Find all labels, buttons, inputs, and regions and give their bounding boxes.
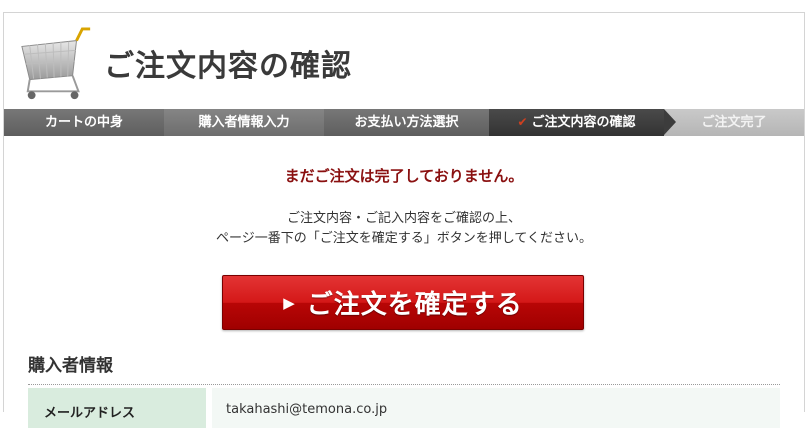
incomplete-notice: まだご注文は完了しておりません。 xyxy=(284,167,524,185)
step-cart: カートの中身 xyxy=(4,109,164,136)
email-label: メールアドレス xyxy=(28,388,206,428)
shopping-cart-icon xyxy=(21,27,91,100)
check-icon: ✔ xyxy=(517,115,528,129)
instruction-line-2: ページ一番下の「ご注文を確定する」ボタンを押してください。 xyxy=(216,231,592,246)
page-title: ご注文内容の確認 xyxy=(104,49,352,84)
instructions: ご注文内容・ご記入内容をご確認の上、 ページ一番下の「ご注文を確定する」ボタンを… xyxy=(4,209,804,249)
page-header: ご注文内容の確認 xyxy=(4,13,804,109)
play-arrow-icon: ▶ xyxy=(283,293,295,312)
buyer-section-title: 購入者情報 xyxy=(28,356,113,376)
step-confirm-label: ご注文内容の確認 xyxy=(531,115,636,130)
checkout-steps: カートの中身 購入者情報入力 お支払い方法選択 ✔ ご注文内容の確認 ご注文完了 xyxy=(4,109,804,136)
email-value: takahashi@temona.co.jp xyxy=(212,388,780,428)
step-buyer-info: 購入者情報入力 xyxy=(164,109,324,136)
step-payment: お支払い方法選択 xyxy=(324,109,489,136)
page-frame: ご注文内容の確認 カートの中身 購入者情報入力 お支払い方法選択 ✔ ご注文内容の… xyxy=(3,12,805,428)
confirm-order-button[interactable]: ▶ ご注文を確定する xyxy=(222,275,584,330)
step-complete: ご注文完了 xyxy=(664,109,804,136)
buyer-info-row-email: メールアドレス takahashi@temona.co.jp xyxy=(28,388,780,428)
confirm-order-label: ご注文を確定する xyxy=(306,290,523,320)
section-divider xyxy=(28,384,780,385)
instruction-line-1: ご注文内容・ご記入内容をご確認の上、 xyxy=(286,211,521,226)
step-confirm-current: ✔ ご注文内容の確認 xyxy=(489,109,676,136)
